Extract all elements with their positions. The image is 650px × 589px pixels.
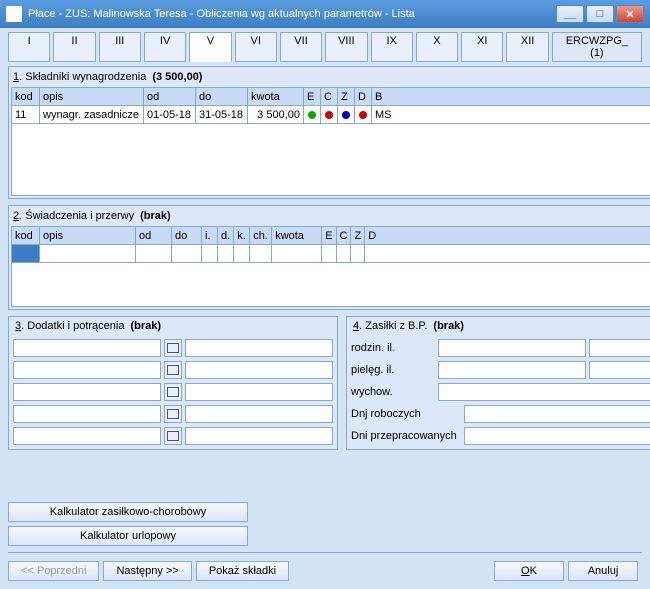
tab-III[interactable]: III (99, 32, 141, 62)
picker-icon[interactable] (164, 361, 182, 379)
kalkulator-zasilkowo-button[interactable]: Kalkulator zasiłkowo-chorobowy (8, 502, 248, 522)
window-title: Płace - ZUS: Malinowska Teresa - Oblicze… (28, 8, 415, 20)
nastepny-button[interactable]: Następny >> (103, 561, 191, 581)
dodatki-input-3b[interactable] (185, 383, 333, 401)
section-swiadczenia: 2. Świadczenia i przerwy (brak) Daty + −… (8, 205, 650, 310)
poprzedni-button[interactable]: << Poprzedni (8, 561, 99, 581)
section-dodatki: 3. Dodatki i potrącenia(brak) (8, 316, 338, 450)
table-row (12, 245, 650, 263)
picker-icon[interactable] (164, 383, 182, 401)
section1-num: 1 (13, 71, 19, 83)
app-icon (6, 6, 22, 22)
tab-VIII[interactable]: VIII (325, 32, 367, 62)
picker-icon[interactable] (164, 339, 182, 357)
dodatki-input-1b[interactable] (185, 339, 333, 357)
ok-button[interactable]: OK (494, 561, 564, 581)
wychow-input[interactable] (438, 383, 650, 401)
maximize-button[interactable]: □ (586, 5, 614, 23)
section1-title: Składniki wynagrodzenia (25, 71, 146, 83)
pieleg-val-input[interactable] (589, 361, 650, 379)
table-swiadczenia[interactable]: kod opis od do i. d. k. ch. kwota E C Z … (11, 226, 650, 263)
picker-icon[interactable] (164, 405, 182, 423)
dni-roboczych-input[interactable] (464, 405, 650, 423)
table-skladniki[interactable]: kod opis od do kwota E C Z D B 11 wynagr… (11, 87, 650, 124)
tab-XI[interactable]: XI (461, 32, 503, 62)
picker-icon[interactable] (164, 427, 182, 445)
section1-total: (3 500,00) (152, 71, 202, 83)
tab-IV[interactable]: IV (144, 32, 186, 62)
section-skladniki: 1. Składniki wynagrodzenia (3 500,00) Da… (8, 66, 650, 199)
section2-title: Świadczenia i przerwy (25, 210, 134, 222)
section2-brak: (brak) (140, 210, 171, 222)
dodatki-input-1a[interactable] (13, 339, 161, 357)
section2-num: 2 (13, 210, 19, 222)
table-row: 11 wynagr. zasadnicze 01-05-18 31-05-18 … (12, 106, 650, 124)
tab-II[interactable]: II (53, 32, 95, 62)
dodatki-input-2b[interactable] (185, 361, 333, 379)
dni-przeprac-input[interactable] (464, 427, 650, 445)
rodzin-il-input[interactable] (438, 339, 586, 357)
dodatki-input-4b[interactable] (185, 405, 333, 423)
tab-I[interactable]: I (8, 32, 50, 62)
tab-VI[interactable]: VI (235, 32, 277, 62)
tab-IX[interactable]: IX (371, 32, 413, 62)
anuluj-button[interactable]: Anuluj (568, 561, 638, 581)
dodatki-input-3a[interactable] (13, 383, 161, 401)
tab-VII[interactable]: VII (280, 32, 322, 62)
dodatki-input-5b[interactable] (185, 427, 333, 445)
pokaz-skladki-button[interactable]: Pokaż składki (196, 561, 289, 581)
dodatki-input-2a[interactable] (13, 361, 161, 379)
minimize-button[interactable]: __ (556, 5, 584, 23)
kalkulator-urlopowy-button[interactable]: Kalkulator urlopowy (8, 526, 248, 546)
tab-V[interactable]: V (189, 32, 231, 62)
section-zasilki: 4. Zasiłki z B.P.(brak) rodzin. il. piel… (346, 316, 650, 450)
tab-extra[interactable]: ERCWZPG_ (1) (552, 32, 642, 62)
rodzin-val-input[interactable] (589, 339, 650, 357)
tab-X[interactable]: X (416, 32, 458, 62)
close-button[interactable]: ✕ (616, 5, 644, 23)
tab-XII[interactable]: XII (506, 32, 548, 62)
pieleg-il-input[interactable] (438, 361, 586, 379)
dodatki-input-4a[interactable] (13, 405, 161, 423)
dodatki-input-5a[interactable] (13, 427, 161, 445)
